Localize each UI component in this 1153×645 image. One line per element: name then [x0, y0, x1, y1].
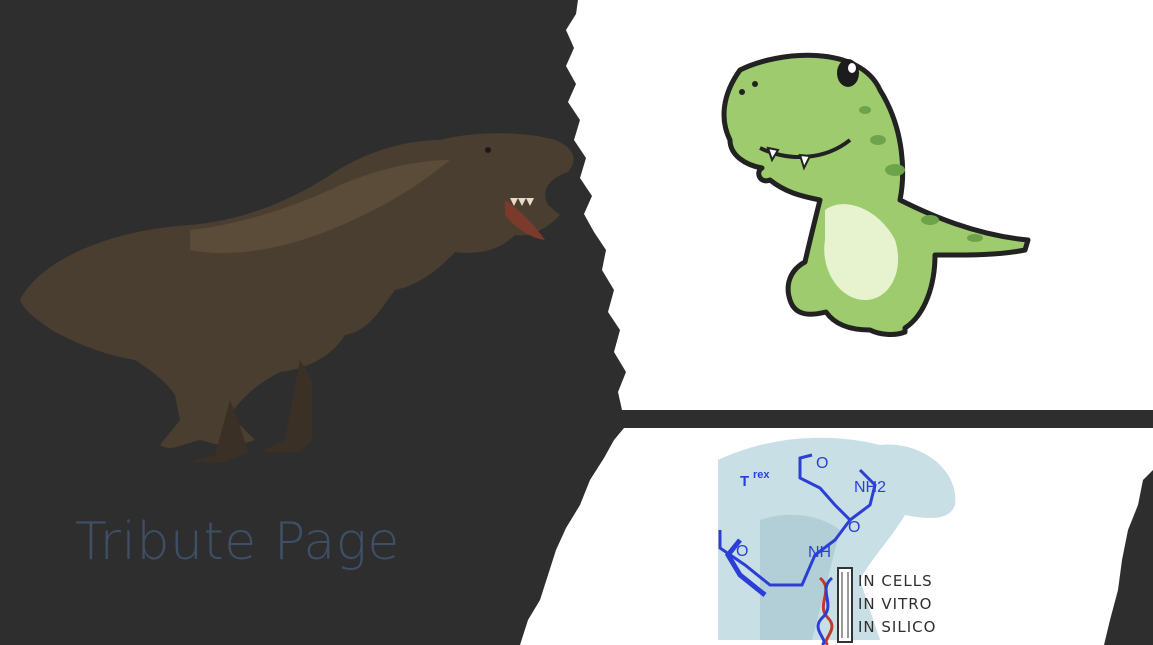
logo-line-in-vitro: IN VITRO [858, 595, 933, 613]
realistic-trex-image [20, 133, 574, 462]
logo-brand: T [740, 473, 749, 490]
page-stage: T rex O NH O NH2 O IN CELLS IN VITRO IN … [0, 0, 1153, 645]
molecule-label-ring-oxygen: O [736, 543, 748, 560]
logo-line-in-cells: IN CELLS [858, 572, 933, 590]
molecule-label-amide-oxygen: O [848, 519, 860, 536]
molecule-label-aldehyde: O [816, 455, 828, 472]
molecule-label-nh2: NH2 [854, 479, 886, 496]
logo-brand-sup: rex [753, 469, 770, 481]
page-title: Tribute Page [75, 512, 400, 572]
logo-line-in-silico: IN SILICO [858, 618, 936, 636]
molecule-label-nh: NH [808, 544, 831, 561]
